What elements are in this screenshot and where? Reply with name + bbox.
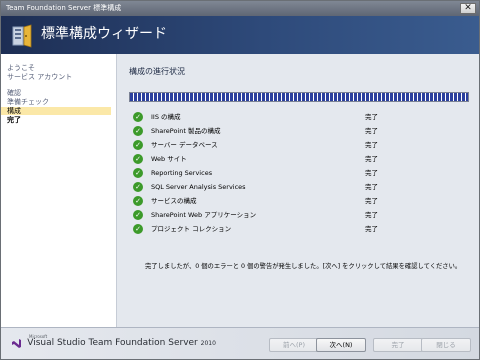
step-name: SQL Server Analysis Services bbox=[151, 183, 246, 191]
success-check-icon: ✓ bbox=[133, 168, 143, 178]
step-status: 完了 bbox=[365, 127, 378, 135]
step-row: ✓ IIS の構成 完了 bbox=[133, 111, 433, 123]
close-wizard-button[interactable]: 閉じる bbox=[421, 338, 471, 352]
finish-button[interactable]: 完了 bbox=[373, 338, 423, 352]
step-status: 完了 bbox=[365, 155, 378, 163]
nav-item: 構成 bbox=[1, 107, 111, 115]
step-row: ✓ サービスの構成 完了 bbox=[133, 195, 433, 207]
step-row: ✓ Web サイト 完了 bbox=[133, 153, 433, 165]
step-row: ✓ サーバー データベース 完了 bbox=[133, 139, 433, 151]
summary-text: 完了しましたが、0 個のエラーと 0 個の警告が発生しました。[次へ] をクリッ… bbox=[145, 263, 462, 270]
step-name: サービスの構成 bbox=[151, 197, 197, 205]
nav-item: サービス アカウント bbox=[7, 73, 73, 81]
step-status: 完了 bbox=[365, 183, 378, 191]
step-row: ✓ SQL Server Analysis Services 完了 bbox=[133, 181, 433, 193]
step-status: 完了 bbox=[365, 169, 378, 177]
step-name: サーバー データベース bbox=[151, 141, 218, 149]
product-brand: Microsoft Visual Studio Team Foundation … bbox=[11, 334, 216, 352]
wizard-window: Team Foundation Server 標準構成 ✕ 標準構成ウィザード … bbox=[0, 0, 480, 360]
nav-item: 準備チェック bbox=[7, 98, 49, 106]
step-name: Reporting Services bbox=[151, 169, 213, 177]
wizard-title: 標準構成ウィザード bbox=[41, 26, 167, 42]
success-check-icon: ✓ bbox=[133, 182, 143, 192]
success-check-icon: ✓ bbox=[133, 112, 143, 122]
success-check-icon: ✓ bbox=[133, 126, 143, 136]
window-title: Team Foundation Server 標準構成 bbox=[6, 4, 122, 12]
visual-studio-logo-icon bbox=[12, 339, 21, 348]
step-name: プロジェクト コレクション bbox=[151, 225, 232, 233]
step-name: IIS の構成 bbox=[151, 113, 181, 121]
success-check-icon: ✓ bbox=[133, 140, 143, 150]
step-status: 完了 bbox=[365, 211, 378, 219]
nav-item: ようこそ bbox=[7, 64, 35, 72]
step-status: 完了 bbox=[365, 141, 378, 149]
section-title: 構成の進行状況 bbox=[129, 67, 185, 76]
close-button[interactable]: ✕ bbox=[460, 3, 476, 14]
step-row: ✓ Reporting Services 完了 bbox=[133, 167, 433, 179]
title-bar: Team Foundation Server 標準構成 ✕ bbox=[1, 1, 479, 16]
next-button[interactable]: 次へ(N) bbox=[316, 338, 366, 352]
step-name: Web サイト bbox=[151, 155, 187, 163]
wizard-banner: 標準構成ウィザード bbox=[1, 16, 479, 54]
wizard-nav: ようこそ サービス アカウント 確認 準備チェック 構成 完了 bbox=[1, 54, 117, 327]
progress-bar bbox=[129, 92, 469, 102]
step-status: 完了 bbox=[365, 225, 378, 233]
progress-fill bbox=[130, 93, 468, 101]
brand-year: 2010 bbox=[200, 340, 216, 347]
brand-name: Visual Studio Team Foundation Server 201… bbox=[27, 338, 216, 349]
brand-microsoft: Microsoft bbox=[29, 334, 48, 339]
step-status: 完了 bbox=[365, 197, 378, 205]
success-check-icon: ✓ bbox=[133, 210, 143, 220]
wizard-icon bbox=[12, 24, 32, 48]
success-check-icon: ✓ bbox=[133, 196, 143, 206]
footer: Microsoft Visual Studio Team Foundation … bbox=[1, 327, 479, 359]
brand-name-text: Visual Studio Team Foundation Server bbox=[27, 338, 198, 348]
content-pane: 構成の進行状況 ✓ IIS の構成 完了 ✓ SharePoint 製品の構成 完了 ✓ サー… bbox=[117, 54, 479, 327]
step-name: SharePoint Web アプリケーション bbox=[151, 211, 257, 219]
nav-item: 確認 bbox=[7, 89, 21, 97]
back-button[interactable]: 前へ(P) bbox=[269, 338, 319, 352]
step-row: ✓ SharePoint 製品の構成 完了 bbox=[133, 125, 433, 137]
step-row: ✓ プロジェクト コレクション 完了 bbox=[133, 223, 433, 235]
step-name: SharePoint 製品の構成 bbox=[151, 127, 221, 135]
step-row: ✓ SharePoint Web アプリケーション 完了 bbox=[133, 209, 433, 221]
success-check-icon: ✓ bbox=[133, 154, 143, 164]
nav-item: 完了 bbox=[7, 116, 21, 124]
success-check-icon: ✓ bbox=[133, 224, 143, 234]
step-status: 完了 bbox=[365, 113, 378, 121]
